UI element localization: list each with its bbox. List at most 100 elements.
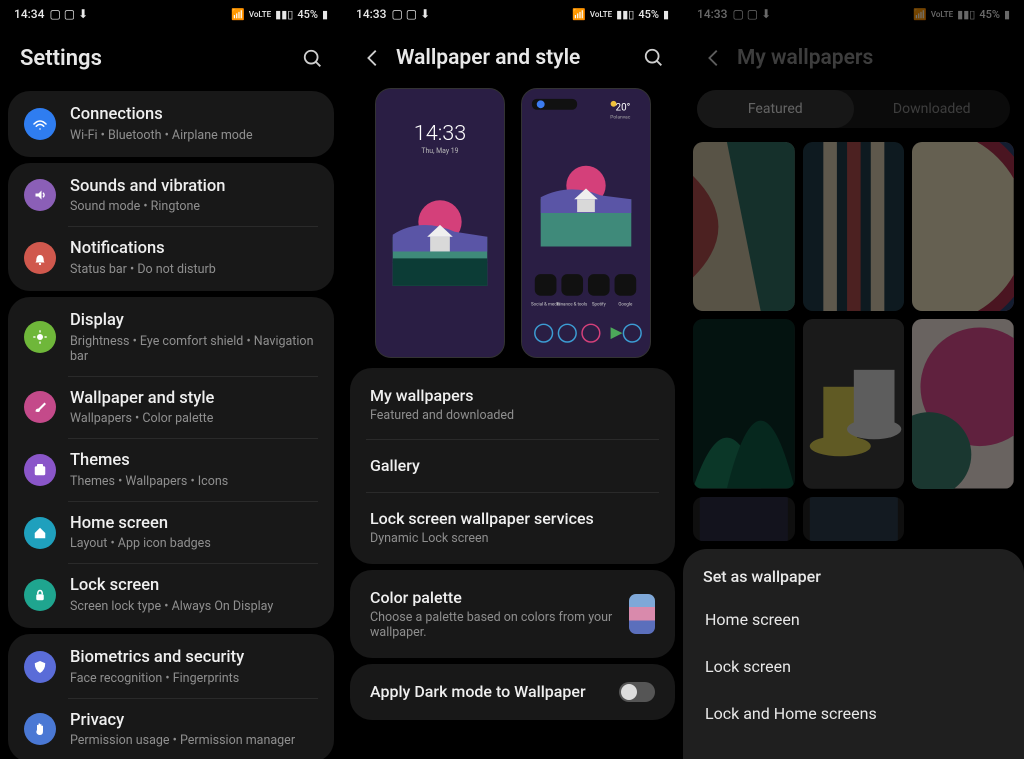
divider: [366, 439, 659, 440]
row-subtitle: Wallpapers • Color palette: [70, 411, 318, 426]
divider: [68, 438, 318, 439]
settings-row-sun[interactable]: DisplayBrightness • Eye comfort shield •…: [8, 301, 334, 374]
row-subtitle: Dynamic Lock screen: [370, 531, 655, 546]
battery-pct: 45%: [297, 8, 318, 21]
shield-icon: [24, 651, 56, 683]
battery-pct: 45%: [638, 8, 659, 21]
divider: [366, 492, 659, 493]
row-title: Sounds and vibration: [70, 177, 318, 198]
screen-wallpaper-style: 14:33 ▢ ▢ ⬇ 📶 VoLTE ▮▮▯ 45% ▮ Wallpaper …: [342, 0, 683, 759]
wallpaper-thumb[interactable]: [803, 319, 905, 488]
tab-downloaded[interactable]: Downloaded: [854, 90, 1011, 128]
screen-settings: 14:34 ▢ ▢ ⬇ 📶 VoLTE ▮▮▯ 45% ▮ Settings C…: [0, 0, 342, 759]
wallpaper-thumb[interactable]: [912, 142, 1014, 311]
darkmode-toggle[interactable]: [619, 682, 655, 702]
settings-row-hand[interactable]: PrivacyPermission usage • Permission man…: [8, 701, 334, 759]
bell-icon: [24, 242, 56, 274]
net-label: VoLTE: [931, 10, 953, 19]
home-icon: [24, 517, 56, 549]
wifi-icon: [24, 108, 56, 140]
settings-group: DisplayBrightness • Eye comfort shield •…: [8, 297, 334, 628]
row-title: Gallery: [370, 456, 655, 476]
battery-pct: 45%: [979, 8, 1000, 21]
list-row[interactable]: Lock screen wallpaper servicesDynamic Lo…: [350, 495, 675, 560]
wallpaper-thumb[interactable]: [803, 497, 905, 541]
row-title: Lock screen: [70, 576, 318, 597]
wallpaper-tabs: Featured Downloaded: [697, 90, 1010, 128]
settings-row-home[interactable]: Home screenLayout • App icon badges: [8, 504, 334, 562]
sheet-option-both[interactable]: Lock and Home screens: [703, 690, 1004, 737]
wifi-icon: 📶: [913, 8, 927, 21]
status-time: 14:34: [14, 7, 44, 21]
sheet-option-home[interactable]: Home screen: [703, 596, 1004, 643]
list-row[interactable]: Color paletteChoose a palette based on c…: [350, 574, 675, 654]
row-title: Color palette: [370, 588, 615, 608]
row-subtitle: Themes • Wallpapers • Icons: [70, 474, 318, 489]
home-screen-preview[interactable]: 20° Polanvac Social & media Finance & to…: [521, 88, 651, 358]
wifi-icon: 📶: [572, 8, 586, 21]
settings-row-wifi[interactable]: ConnectionsWi-Fi • Bluetooth • Airplane …: [8, 95, 334, 153]
settings-header: Settings: [0, 28, 342, 85]
search-icon[interactable]: [302, 48, 324, 70]
row-subtitle: Status bar • Do not disturb: [70, 262, 318, 277]
settings-row-sound[interactable]: Sounds and vibrationSound mode • Rington…: [8, 167, 334, 225]
row-subtitle: Screen lock type • Always On Display: [70, 599, 318, 614]
preview-city: Polanvac: [610, 115, 630, 121]
list-row[interactable]: My wallpapersFeatured and downloaded: [350, 372, 675, 437]
page-title: Settings: [20, 46, 290, 71]
back-icon[interactable]: [362, 47, 384, 69]
svg-text:Finance & tools: Finance & tools: [557, 302, 588, 308]
themes-icon: [24, 454, 56, 486]
signal-icon: ▮▮▯: [616, 8, 634, 21]
wallpaper-list-group: Color paletteChoose a palette based on c…: [350, 570, 675, 658]
battery-icon: ▮: [663, 8, 669, 21]
sheet-option-lock[interactable]: Lock screen: [703, 643, 1004, 690]
tab-featured[interactable]: Featured: [697, 90, 854, 128]
row-title: Display: [70, 311, 318, 332]
divider: [68, 226, 318, 227]
wifi-icon: 📶: [231, 8, 245, 21]
settings-row-shield[interactable]: Biometrics and securityFace recognition …: [8, 638, 334, 696]
search-icon[interactable]: [643, 47, 665, 69]
status-bar: 14:34 ▢ ▢ ⬇ 📶 VoLTE ▮▮▯ 45% ▮: [0, 0, 342, 28]
row-title: Biometrics and security: [70, 648, 318, 669]
lock-icon: [24, 579, 56, 611]
wallpaper-list-group: Apply Dark mode to Wallpaper: [350, 664, 675, 720]
status-time: 14:33: [697, 7, 727, 21]
settings-group: Sounds and vibrationSound mode • Rington…: [8, 163, 334, 291]
row-subtitle: Choose a palette based on colors from yo…: [370, 610, 615, 640]
list-row[interactable]: Apply Dark mode to Wallpaper: [350, 668, 675, 716]
divider: [68, 563, 318, 564]
divider: [68, 376, 318, 377]
wallpaper-thumb[interactable]: [693, 319, 795, 488]
row-subtitle: Brightness • Eye comfort shield • Naviga…: [70, 334, 318, 364]
wallpaper-thumb[interactable]: [693, 497, 795, 541]
preview-clock: 14:33: [413, 121, 466, 146]
settings-row-brush[interactable]: Wallpaper and styleWallpapers • Color pa…: [8, 379, 334, 437]
settings-row-themes[interactable]: Themes Themes • Wallpapers • Icons: [8, 441, 334, 499]
wallpaper-thumb[interactable]: [912, 319, 1014, 488]
battery-icon: ▮: [322, 8, 328, 21]
row-title: Themes: [70, 451, 318, 472]
net-label: VoLTE: [249, 10, 271, 19]
wallpaper-thumb[interactable]: [803, 142, 905, 311]
battery-icon: ▮: [1004, 8, 1010, 21]
list-row[interactable]: Gallery: [350, 442, 675, 490]
lock-screen-preview[interactable]: 14:33 Thu, May 19: [375, 88, 505, 358]
svg-text:Spotify: Spotify: [591, 301, 606, 308]
wallpaper-thumb[interactable]: [693, 142, 795, 311]
sheet-title: Set as wallpaper: [703, 567, 1004, 586]
set-wallpaper-sheet: Set as wallpaper Home screen Lock screen…: [683, 549, 1024, 759]
row-subtitle: Sound mode • Ringtone: [70, 199, 318, 214]
page-title: My wallpapers: [737, 46, 1006, 70]
row-subtitle: Permission usage • Permission manager: [70, 733, 318, 748]
settings-row-lock[interactable]: Lock screen Screen lock type • Always On …: [8, 566, 334, 624]
back-icon[interactable]: [703, 47, 725, 69]
settings-group: Biometrics and securityFace recognition …: [8, 634, 334, 759]
signal-icon: ▮▮▯: [275, 8, 293, 21]
settings-row-bell[interactable]: NotificationsStatus bar • Do not disturb: [8, 229, 334, 287]
status-bar: 14:33 ▢ ▢ ⬇ 📶 VoLTE ▮▮▯ 45% ▮: [342, 0, 683, 28]
signal-icon: ▮▮▯: [957, 8, 975, 21]
wallpaper-header: Wallpaper and style: [342, 28, 683, 84]
brush-icon: [24, 391, 56, 423]
